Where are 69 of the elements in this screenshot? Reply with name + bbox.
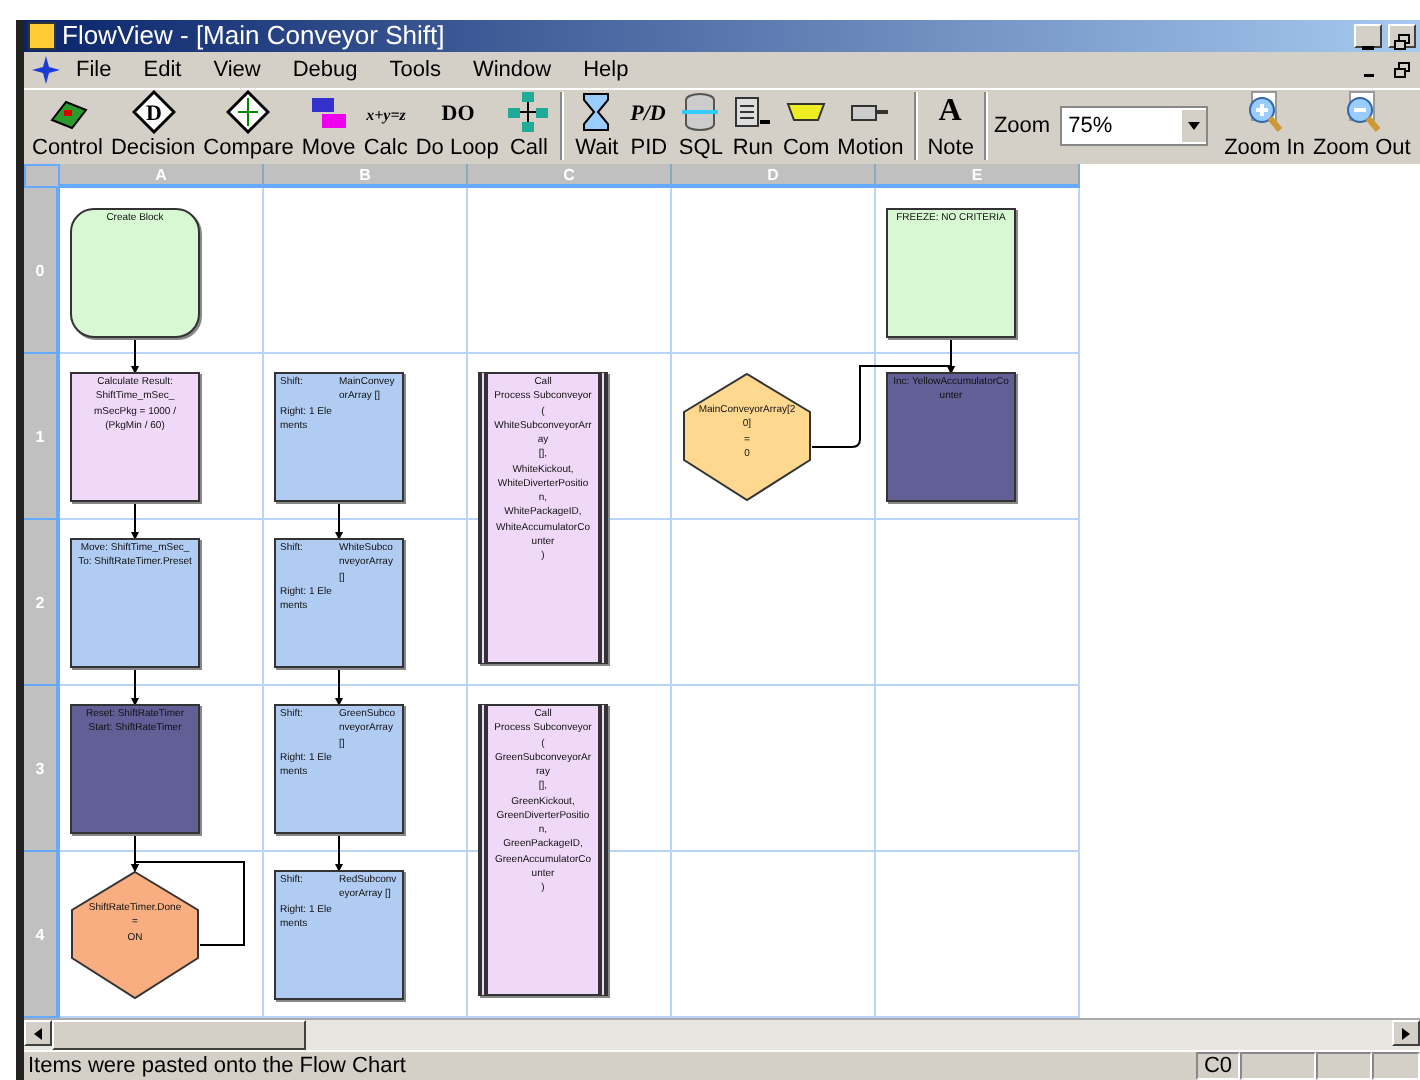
minimize-button[interactable]	[1354, 23, 1382, 48]
window-title: FlowView - [Main Conveyor Shift]	[62, 20, 447, 51]
toolbar-button[interactable]: x+y=z Calc	[359, 90, 412, 165]
connector-line	[131, 337, 139, 375]
restore-button[interactable]	[1388, 23, 1416, 48]
minimize-icon	[1362, 45, 1374, 50]
status-panel: C0	[1195, 1052, 1240, 1080]
right-arrow-icon	[1402, 1027, 1410, 1040]
toolbar-button[interactable]: Control	[28, 90, 107, 165]
status-panel	[1316, 1052, 1372, 1080]
zoom-in-button[interactable]: Zoom In	[1220, 90, 1309, 165]
decision-block[interactable]	[683, 373, 811, 502]
caret-icon	[1188, 122, 1201, 131]
scroll-thumb[interactable]	[52, 1020, 306, 1050]
diamond-icon: D	[131, 90, 176, 135]
connector-line	[335, 833, 343, 873]
toolbar-button[interactable]: Run	[726, 90, 779, 165]
row-header: 0	[24, 188, 60, 355]
formula-icon: x+y=z	[363, 90, 408, 135]
toolbar-button[interactable]: SQL	[674, 90, 727, 165]
letter-icon: A	[928, 90, 973, 135]
menu-item[interactable]: Debug	[276, 57, 374, 82]
row-header: 2	[24, 520, 60, 687]
toolbar-button[interactable]: Motion	[833, 90, 908, 165]
column-header: B	[264, 164, 468, 189]
menu-item[interactable]: File	[60, 57, 128, 82]
toolbar-button[interactable]: Move	[297, 90, 360, 165]
column-header: E	[876, 164, 1080, 189]
connector-line	[131, 667, 139, 707]
column-header: C	[468, 164, 672, 189]
column-header: A	[60, 164, 264, 189]
toolbar-button[interactable]: Compare	[199, 90, 298, 165]
corner-cell	[24, 164, 60, 189]
minimize-icon[interactable]	[1364, 73, 1374, 78]
zoom-label: Zoom	[993, 114, 1051, 139]
scroll-left-button[interactable]	[24, 1020, 52, 1047]
toolbar-button[interactable]: D Decision	[106, 90, 200, 165]
connector-line	[335, 501, 343, 541]
toolbar-button[interactable]: Call	[502, 90, 555, 165]
connector-line	[131, 501, 139, 541]
letters-icon: P/D	[626, 90, 671, 135]
status-panel	[1372, 1052, 1420, 1080]
left-arrow-icon	[34, 1027, 42, 1040]
star-icon	[32, 55, 60, 84]
menu-item[interactable]: View	[197, 57, 277, 82]
scroll-right-button[interactable]	[1392, 1020, 1420, 1047]
menu-item[interactable]: Window	[456, 57, 568, 82]
row-header: 3	[24, 686, 60, 853]
nodes-icon	[506, 90, 551, 135]
row-header: 4	[24, 852, 60, 1019]
toolbar-button[interactable]: Wait	[570, 90, 623, 165]
status-panel	[1240, 1052, 1316, 1080]
toolbar-button[interactable]: DO Do Loop	[411, 90, 503, 165]
menu-item[interactable]: Tools	[373, 57, 457, 82]
toolbar-button[interactable]: A Note	[923, 90, 978, 165]
status-message: Items were pasted onto the Flow Chart	[26, 1054, 408, 1078]
toolbar-button[interactable]: Com	[778, 90, 834, 165]
app-icon	[28, 21, 56, 50]
database-icon	[678, 90, 723, 135]
zoom-out-button[interactable]: Zoom Out	[1308, 90, 1415, 165]
menu-item[interactable]: Help	[567, 57, 645, 82]
connector-line	[335, 667, 343, 707]
column-header: D	[672, 164, 876, 189]
decision-block[interactable]	[71, 871, 199, 1000]
menu-item[interactable]: Edit	[127, 57, 198, 82]
row-header: 1	[24, 354, 60, 521]
toolbar-button[interactable]: P/D PID	[622, 90, 675, 165]
zoom-dropdown[interactable]: 75%	[1060, 106, 1209, 147]
letters-icon: DO	[435, 90, 480, 135]
